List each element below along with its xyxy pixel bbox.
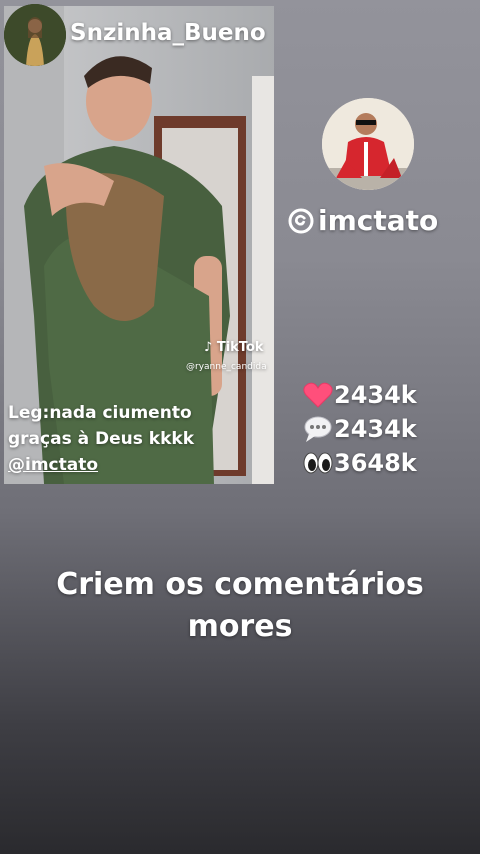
threads-icon (288, 208, 314, 233)
threads-handle-label: imctato (318, 204, 439, 237)
tiktok-watermark-user: @ryanne_candida (186, 362, 267, 372)
tiktok-brand: TikTok (216, 340, 264, 355)
likes-count: 2434k (334, 381, 417, 409)
engagement-stats: 2434k 2434k 3648k (302, 378, 417, 480)
comments-count: 2434k (334, 415, 417, 443)
tiktok-watermark: ♪ TikTok (204, 340, 264, 355)
cta-line-1: Criem os comentários (56, 567, 424, 602)
mentioned-profile-image (322, 98, 414, 190)
caption-line-1: Leg:nada ciumento (8, 403, 192, 423)
call-to-action-text: Criem os comentários mores (0, 564, 480, 648)
username[interactable]: Snzinha_Bueno (70, 20, 266, 46)
caption-line-2: graças à Deus kkkk (8, 429, 195, 449)
tiktok-icon: ♪ (204, 340, 213, 355)
avatar[interactable] (4, 4, 66, 66)
avatar-image (4, 4, 66, 66)
heart-icon (302, 381, 334, 409)
threads-profile-link[interactable]: imctato (288, 204, 438, 237)
mentioned-profile-avatar[interactable] (322, 98, 414, 190)
views-stat: 3648k (302, 446, 417, 480)
caption-mention-link[interactable]: @imctato (8, 455, 98, 475)
speech-bubble-icon (302, 415, 334, 443)
comments-stat: 2434k (302, 412, 417, 446)
views-count: 3648k (334, 449, 417, 477)
likes-stat: 2434k (302, 378, 417, 412)
post-caption: Leg:nada ciumento graças à Deus kkkk @im… (8, 400, 273, 478)
cta-line-2: mores (187, 609, 293, 644)
eyes-icon (302, 449, 334, 477)
